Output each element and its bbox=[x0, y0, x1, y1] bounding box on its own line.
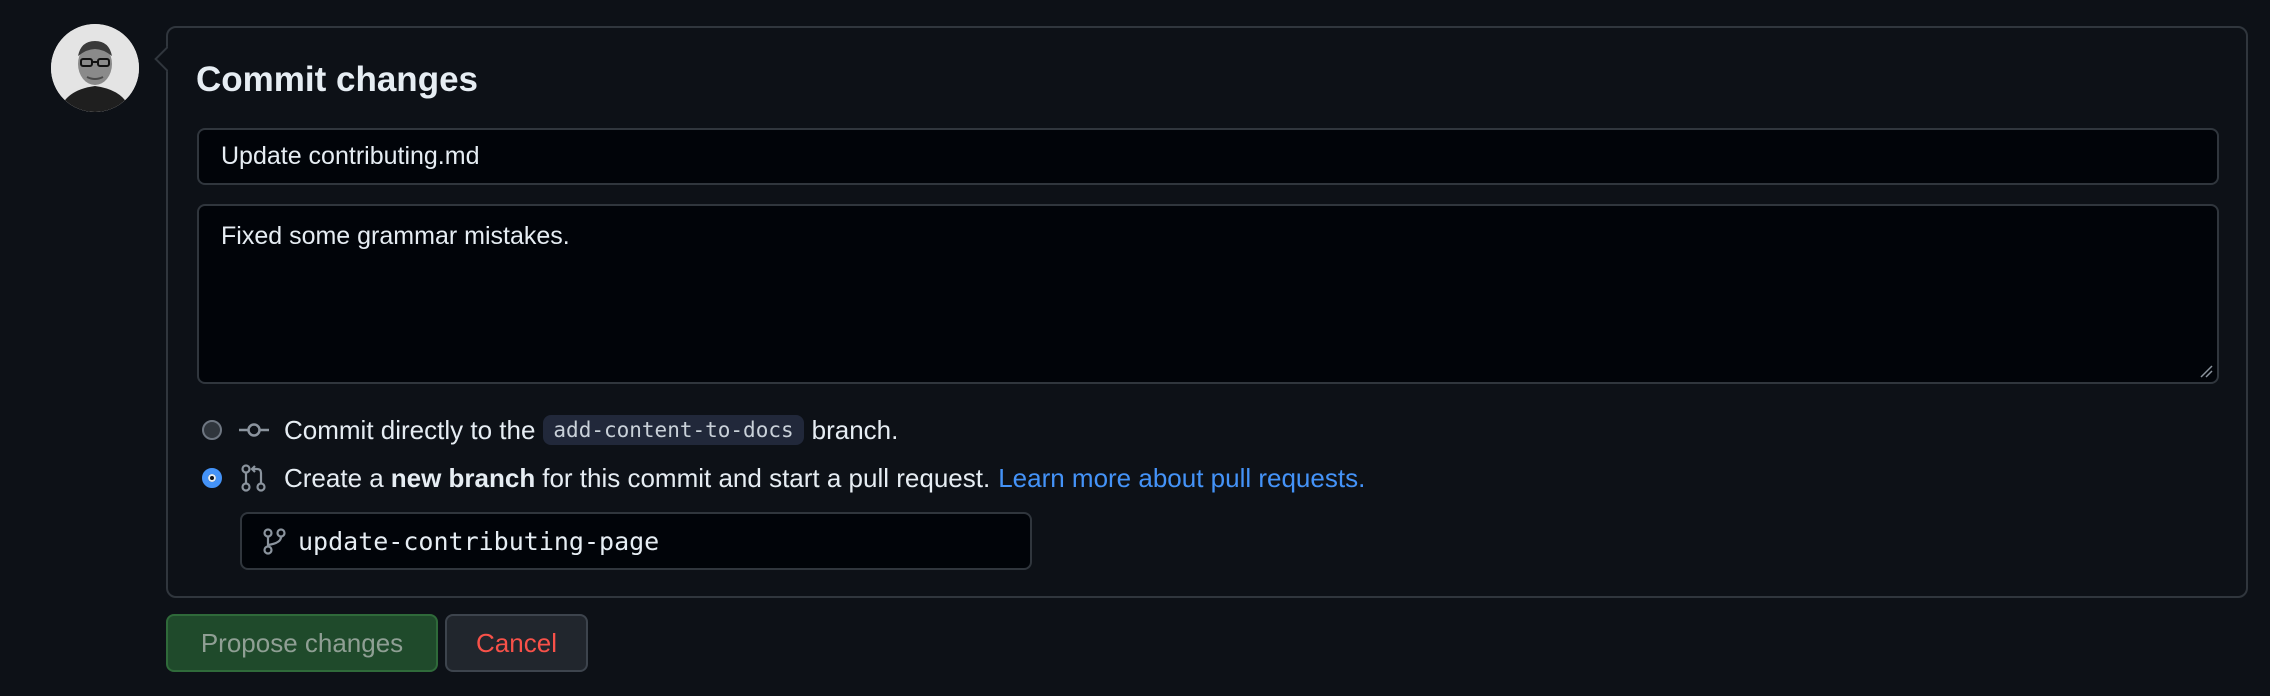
new-branch-radio[interactable] bbox=[202, 468, 222, 488]
commit-description-text: Fixed some grammar mistakes. bbox=[221, 222, 570, 250]
new-branch-bold: new branch bbox=[390, 462, 536, 493]
new-branch-prefix: Create a bbox=[284, 462, 384, 493]
propose-changes-button[interactable]: Propose changes bbox=[166, 614, 438, 672]
page-title: Commit changes bbox=[196, 60, 478, 99]
commit-direct-option[interactable]: Commit directly to the add-content-to-do… bbox=[202, 412, 898, 448]
commit-direct-prefix: Commit directly to the bbox=[284, 414, 536, 445]
git-commit-icon bbox=[238, 416, 270, 444]
commit-summary-input[interactable]: Update contributing.md bbox=[197, 128, 2219, 185]
cancel-button[interactable]: Cancel bbox=[445, 614, 588, 672]
commit-changes-page: Commit changes Update contributing.md Fi… bbox=[0, 0, 2270, 696]
new-branch-option[interactable]: Create a new branch for this commit and … bbox=[202, 460, 1365, 496]
commit-direct-suffix: branch. bbox=[811, 414, 899, 445]
current-branch-label: add-content-to-docs bbox=[543, 415, 804, 445]
git-pull-request-icon bbox=[238, 464, 270, 492]
git-branch-icon bbox=[256, 527, 292, 555]
branch-name-value: update-contributing-page bbox=[298, 526, 660, 556]
commit-direct-radio[interactable] bbox=[202, 420, 222, 440]
learn-more-pull-requests-link[interactable]: Learn more about pull requests. bbox=[998, 463, 1365, 494]
branch-name-input[interactable]: update-contributing-page bbox=[240, 512, 1032, 570]
new-branch-suffix: for this commit and start a pull request… bbox=[542, 462, 991, 493]
avatar[interactable] bbox=[51, 24, 139, 112]
commit-description-textarea[interactable]: Fixed some grammar mistakes. bbox=[197, 204, 2219, 384]
resize-handle-icon[interactable] bbox=[2199, 364, 2213, 378]
